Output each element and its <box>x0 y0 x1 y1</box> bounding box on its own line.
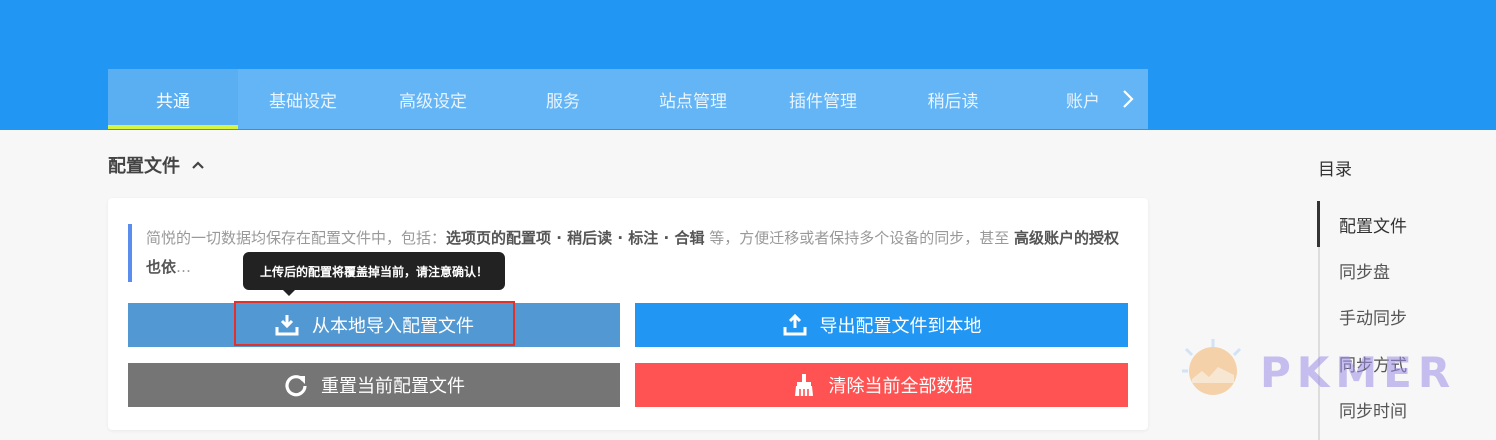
tab-advanced-settings[interactable]: 高级设定 <box>368 69 498 129</box>
tooltip: 上传后的配置将覆盖掉当前，请注意确认！ <box>243 252 505 296</box>
chevron-right-icon[interactable] <box>1114 69 1142 129</box>
clear-data-button[interactable]: 清除当前全部数据 <box>635 363 1128 407</box>
chevron-up-icon[interactable] <box>192 157 204 173</box>
toc-item-sync-disk[interactable]: 同步盘 <box>1339 258 1390 283</box>
clear-data-label: 清除当前全部数据 <box>828 376 973 397</box>
tab-read-later[interactable]: 稍后读 <box>888 69 1018 129</box>
description-bold: 选项页的配置项 · 稍后读 · 标注 · 合辑 <box>446 229 705 247</box>
pkmer-watermark: PKMER <box>1178 335 1456 409</box>
import-config-button[interactable]: 从本地导入配置文件 <box>128 303 620 347</box>
refresh-icon <box>283 372 309 398</box>
tooltip-text: 上传后的配置将覆盖掉当前，请注意确认！ <box>259 264 488 279</box>
tab-plugin-management[interactable]: 插件管理 <box>758 69 888 129</box>
tab-bar: 共通 基础设定 高级设定 服务 站点管理 插件管理 稍后读 账户 <box>108 69 1148 129</box>
import-config-label: 从本地导入配置文件 <box>312 316 474 337</box>
section-header[interactable]: 配置文件 <box>108 152 204 178</box>
toc-active-indicator <box>1317 201 1320 247</box>
export-config-button[interactable]: 导出配置文件到本地 <box>635 303 1128 347</box>
pkmer-logo-icon <box>1178 335 1248 409</box>
description-text: 简悦的一切数据均保存在配置文件中，包括： <box>146 229 447 247</box>
watermark-text: PKMER <box>1260 347 1457 397</box>
toc-title: 目录 <box>1318 160 1352 180</box>
export-config-label: 导出配置文件到本地 <box>819 316 982 337</box>
toc-item-config-file[interactable]: 配置文件 <box>1339 212 1407 237</box>
description-text: 等，方便迁移或者保持多个设备的同步，甚至 <box>704 229 1014 247</box>
tab-services[interactable]: 服务 <box>498 69 628 129</box>
download-icon <box>274 312 300 338</box>
broom-icon <box>791 372 817 398</box>
toc-item-manual-sync[interactable]: 手动同步 <box>1339 304 1407 329</box>
tab-site-management[interactable]: 站点管理 <box>628 69 758 129</box>
tab-basic-settings[interactable]: 基础设定 <box>238 69 368 129</box>
reset-config-button[interactable]: 重置当前配置文件 <box>128 363 620 407</box>
description-text: … <box>176 258 192 276</box>
upload-icon <box>782 312 808 338</box>
section-title: 配置文件 <box>108 156 180 177</box>
reset-config-label: 重置当前配置文件 <box>321 376 465 397</box>
tab-common[interactable]: 共通 <box>108 69 238 129</box>
